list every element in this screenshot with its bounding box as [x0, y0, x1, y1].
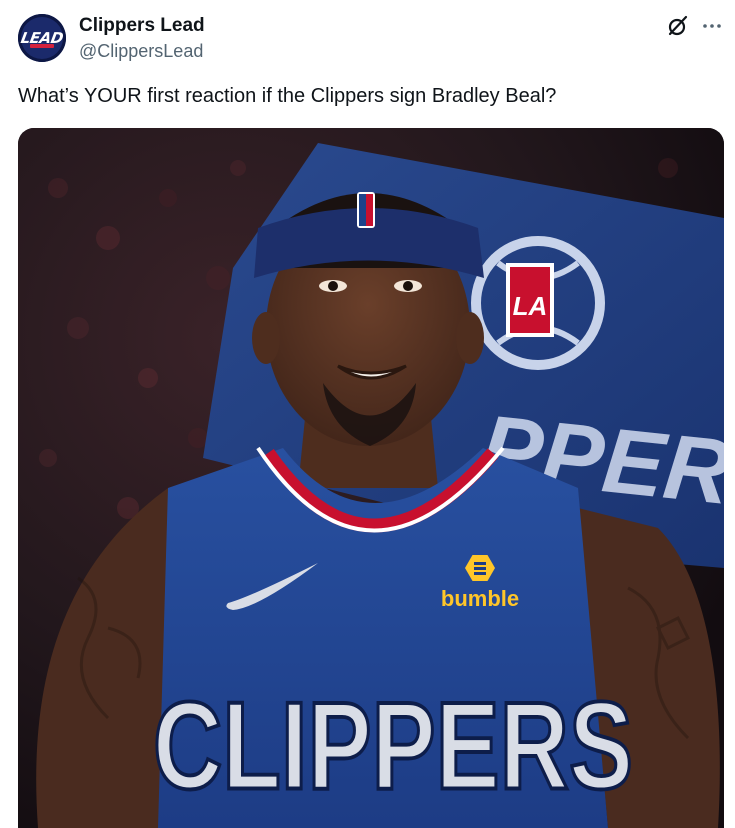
author-handle[interactable]: @ClippersLead [79, 41, 203, 62]
right-ear [456, 312, 484, 364]
left-ear [252, 312, 280, 364]
nba-logo-icon [357, 192, 375, 228]
sponsor-text: bumble [441, 586, 519, 611]
tweet-media-image[interactable]: LA PPERS bumble CLIPPERS [18, 128, 724, 828]
jersey-wordmark: CLIPPERS [153, 675, 633, 815]
grok-icon[interactable] [666, 14, 690, 38]
avatar[interactable]: LEAD [18, 14, 66, 62]
flag-logo-text: LA [513, 291, 548, 321]
avatar-logo-stripe [30, 44, 54, 48]
author-display-name[interactable]: Clippers Lead [79, 15, 205, 37]
tweet-text: What’s YOUR first reaction if the Clippe… [18, 85, 557, 107]
more-dots-icon[interactable] [700, 14, 724, 38]
